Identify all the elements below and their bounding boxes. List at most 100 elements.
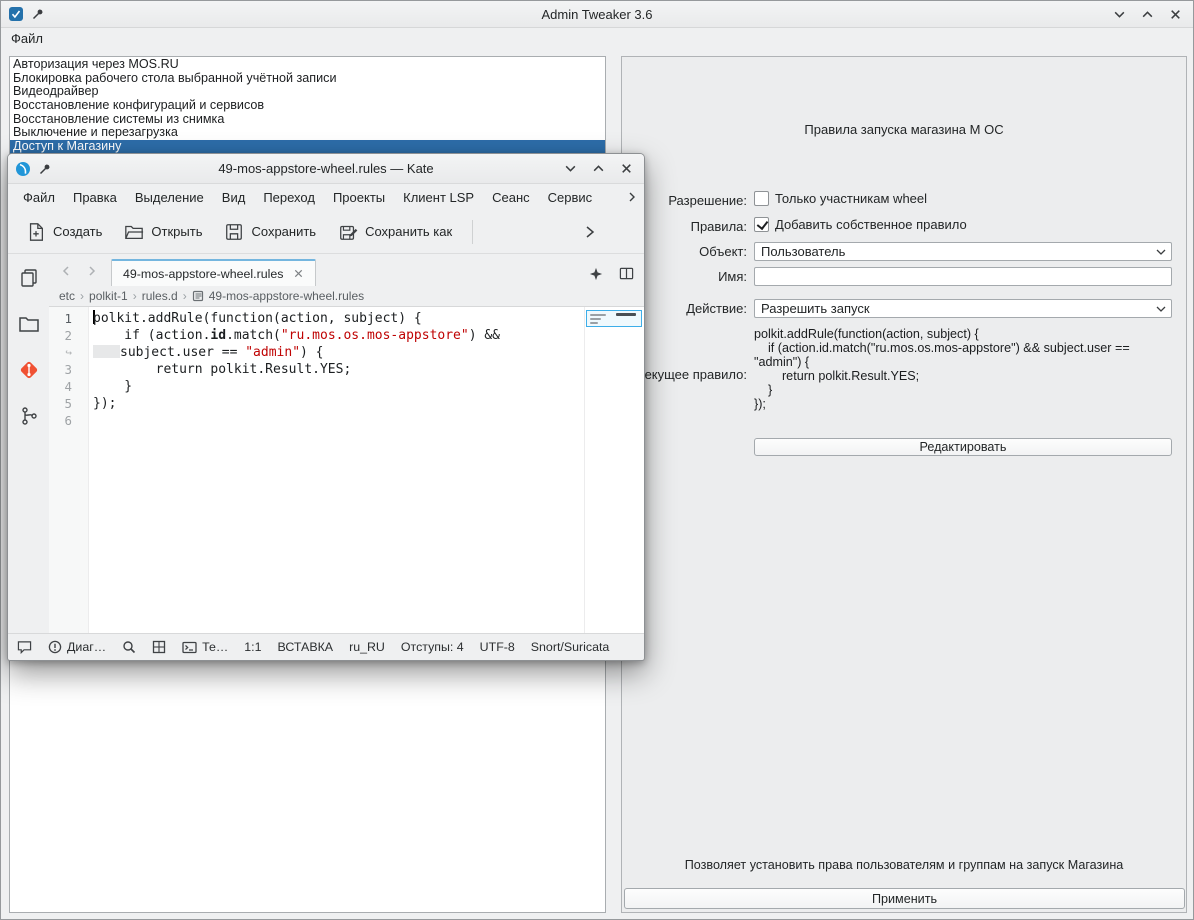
toolbar-button-label: Сохранить как: [365, 224, 452, 239]
kate-sidebar: [8, 254, 49, 633]
menubar-item[interactable]: Переход: [254, 187, 324, 208]
line-number: 2: [49, 327, 88, 344]
open-file-button[interactable]: Открыть: [118, 217, 208, 247]
list-item[interactable]: Авторизация через MOS.RU: [10, 58, 605, 72]
toolbar-button-label: Сохранить: [251, 224, 316, 239]
highlighting-mode-status[interactable]: Snort/Suricata: [531, 640, 610, 654]
diagnostics-button[interactable]: Диаг…: [48, 640, 106, 654]
list-item[interactable]: Выключение и перезагрузка: [10, 126, 605, 140]
terminal-icon: [182, 641, 197, 654]
new-file-button[interactable]: Создать: [20, 217, 108, 247]
rules-checkbox[interactable]: [754, 217, 769, 232]
minimize-button[interactable]: [1111, 6, 1127, 22]
code-line[interactable]: [93, 412, 584, 429]
chevron-down-icon: [1113, 8, 1126, 21]
encoding-status[interactable]: UTF-8: [480, 640, 515, 654]
object-select[interactable]: Пользователь: [754, 242, 1172, 261]
name-input[interactable]: [754, 267, 1172, 286]
kate-app-icon: [15, 161, 31, 177]
chevron-left-icon: [60, 265, 72, 277]
menubar-item[interactable]: Сеанс: [483, 187, 539, 208]
menubar-item[interactable]: Проекты: [324, 187, 394, 208]
menubar-item[interactable]: Правка: [64, 187, 126, 208]
code-line[interactable]: subject.user == "admin") {: [93, 344, 584, 361]
documents-icon: [18, 267, 40, 289]
split-view-icon[interactable]: [619, 266, 634, 281]
apply-button[interactable]: Применить: [624, 888, 1185, 909]
code-line[interactable]: if (action.id.match("ru.mos.os.mos-appst…: [93, 327, 584, 344]
toolbar-separator: [472, 220, 473, 244]
close-button[interactable]: [1167, 6, 1183, 22]
menubar-item[interactable]: Сервис: [539, 187, 602, 208]
warning-icon: [48, 640, 62, 654]
pin-icon[interactable]: [38, 162, 52, 176]
toolbar-overflow-button[interactable]: [582, 224, 598, 240]
list-item[interactable]: Доступ к Магазину: [10, 140, 605, 154]
terminal-button[interactable]: Те…: [182, 640, 228, 654]
menubar-item[interactable]: Вид: [213, 187, 255, 208]
maximize-button[interactable]: [1139, 6, 1155, 22]
minimap-view-indicator[interactable]: [586, 310, 642, 327]
tab-forward-button[interactable]: [79, 258, 105, 284]
folder-icon: [18, 313, 40, 335]
pin-icon[interactable]: [31, 7, 45, 21]
menu-overflow-button[interactable]: [626, 191, 638, 203]
edit-button[interactable]: Редактировать: [754, 438, 1172, 456]
filesystem-panel-button[interactable]: [17, 312, 41, 336]
indentation-status[interactable]: Отступы: 4: [401, 640, 464, 654]
code-line[interactable]: });: [93, 395, 584, 412]
code-line[interactable]: }: [93, 378, 584, 395]
line-number: 6: [49, 412, 88, 429]
toolbar-button-label: Создать: [53, 224, 102, 239]
list-item[interactable]: Восстановление системы из снимка: [10, 113, 605, 127]
panel-footer-text: Позволяет установить права пользователям…: [622, 858, 1186, 872]
snippets-panel-button[interactable]: [152, 640, 166, 654]
permission-checkbox[interactable]: [754, 191, 769, 206]
code-editor[interactable]: 12↪3456 polkit.addRule(function(action, …: [49, 306, 644, 633]
code-lines[interactable]: polkit.addRule(function(action, subject)…: [89, 307, 584, 633]
menu-file[interactable]: Файл: [3, 29, 51, 48]
search-replace-button[interactable]: [122, 640, 136, 654]
breadcrumb-item[interactable]: polkit-1: [89, 289, 128, 303]
main-window-title: Admin Tweaker 3.6: [1, 7, 1193, 22]
tab-back-button[interactable]: [53, 258, 79, 284]
documents-panel-button[interactable]: [17, 266, 41, 290]
menubar-item[interactable]: Клиент LSP: [394, 187, 483, 208]
diagnostics-panel-button[interactable]: [17, 404, 41, 428]
action-select[interactable]: Разрешить запуск: [754, 299, 1172, 318]
menubar-item[interactable]: Файл: [14, 187, 64, 208]
breadcrumb-item[interactable]: etc: [59, 289, 75, 303]
list-item[interactable]: Блокировка рабочего стола выбранной учёт…: [10, 72, 605, 86]
line-number-gutter: 12↪3456: [49, 307, 89, 633]
chevron-up-icon: [1141, 8, 1154, 21]
line-number: 4: [49, 378, 88, 395]
dictionary-status[interactable]: ru_RU: [349, 640, 385, 654]
close-button[interactable]: [618, 161, 634, 177]
tab-rules-file[interactable]: 49-mos-appstore-wheel.rules: [111, 259, 316, 286]
save-button[interactable]: Сохранить: [218, 217, 322, 247]
panel-title: Правила запуска магазина М ОС: [622, 122, 1186, 137]
list-item[interactable]: Видеодрайвер: [10, 85, 605, 99]
minimize-button[interactable]: [562, 161, 578, 177]
document-save-as-icon: [338, 222, 358, 242]
save-as-button[interactable]: Сохранить как: [332, 217, 458, 247]
menubar-item[interactable]: Выделение: [126, 187, 213, 208]
code-line[interactable]: polkit.addRule(function(action, subject)…: [93, 310, 584, 327]
breadcrumb-separator: ›: [183, 289, 187, 303]
minimap[interactable]: [584, 307, 644, 633]
insert-mode-status[interactable]: ВСТАВКА: [278, 640, 334, 654]
list-item[interactable]: Восстановление конфигураций и сервисов: [10, 99, 605, 113]
speech-bubble-icon: [17, 640, 32, 654]
cursor-position-status[interactable]: 1:1: [244, 640, 261, 654]
file-icon: [192, 290, 204, 302]
maximize-button[interactable]: [590, 161, 606, 177]
breadcrumb-item[interactable]: rules.d: [142, 289, 178, 303]
git-panel-button[interactable]: [17, 358, 41, 382]
output-panel-button[interactable]: [17, 640, 32, 654]
tab-close-icon[interactable]: [293, 268, 304, 279]
breadcrumb: etc › polkit-1 › rules.d › 49-mos-appsto…: [49, 286, 644, 306]
breadcrumb-item[interactable]: 49-mos-appstore-wheel.rules: [209, 289, 364, 303]
new-tab-icon[interactable]: [589, 267, 603, 281]
code-line[interactable]: return polkit.Result.YES;: [93, 361, 584, 378]
kate-toolbar: Создать Открыть Сохранить Сохранить как: [8, 210, 644, 254]
